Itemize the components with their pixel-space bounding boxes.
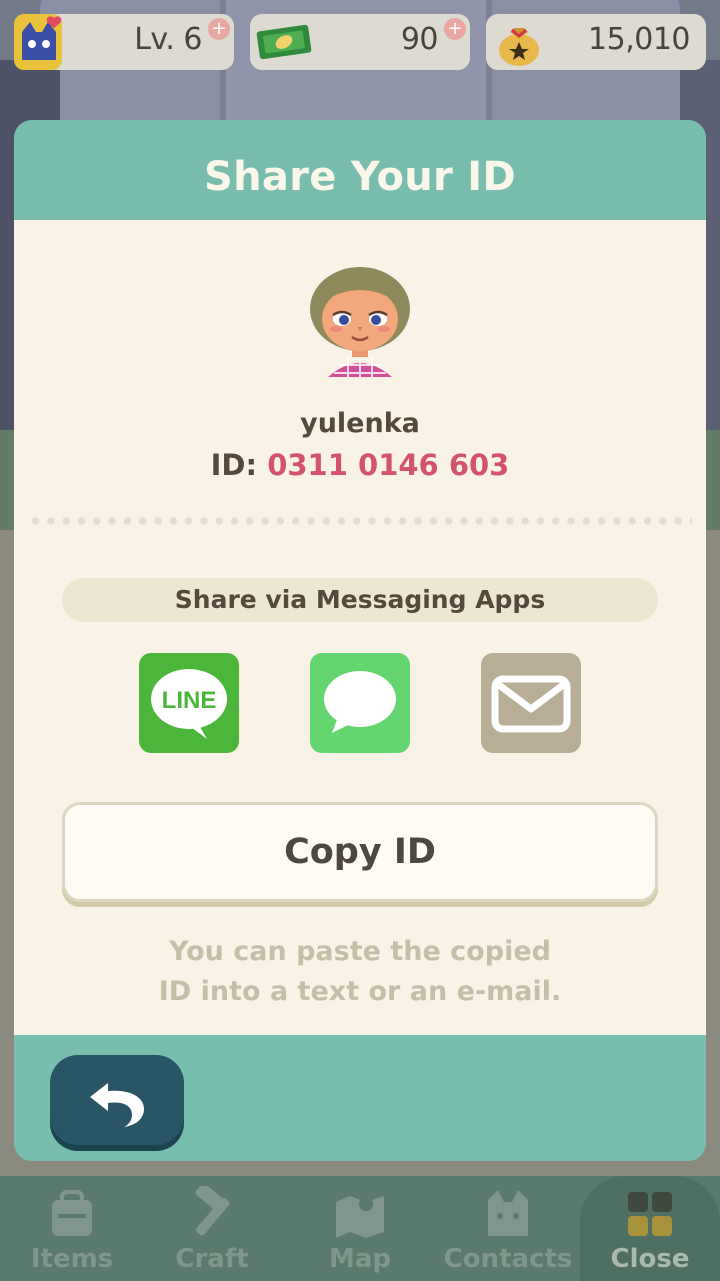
grid-menu-icon (628, 1192, 672, 1236)
leaf-ticket-icon (256, 24, 312, 60)
bells-indicator: 15,010 (486, 14, 706, 70)
envelope-icon (491, 675, 571, 733)
player-username: yulenka (300, 408, 420, 439)
share-section-heading: Share via Messaging Apps (62, 578, 658, 622)
cat-friend-icon (14, 14, 62, 70)
dialog-header: Share Your ID (14, 120, 706, 220)
player-avatar (310, 267, 410, 377)
share-id-dialog: Share Your ID yulenka ID: 0311 0146 603 … (14, 120, 706, 1161)
tickets-value: 90 (400, 22, 439, 57)
share-mail-button[interactable] (481, 653, 581, 753)
bells-value: 15,010 (588, 22, 690, 57)
copy-hint: You can paste the copied ID into a text … (14, 932, 706, 1012)
tab-map-label: Map (328, 1244, 392, 1274)
map-icon (336, 1196, 384, 1238)
level-plus-icon[interactable]: + (208, 18, 230, 40)
line-logo-text: LINE (162, 687, 217, 714)
share-line-button[interactable]: LINE (139, 653, 239, 753)
dotted-divider (28, 516, 692, 526)
share-message-button[interactable] (310, 653, 410, 753)
bottom-tab-bar: Items Craft Map Contacts Close (0, 1176, 720, 1281)
bell-bag-icon (499, 28, 539, 66)
id-label: ID: (210, 448, 258, 482)
tab-close-label: Close (610, 1244, 690, 1274)
dialog-title: Share Your ID (204, 154, 516, 200)
level-value: Lv. 6 (134, 22, 202, 57)
tab-contacts-label: Contacts (443, 1244, 573, 1274)
tab-map[interactable]: Map (288, 1176, 432, 1281)
back-button[interactable] (50, 1055, 184, 1145)
leaf-ticket-indicator[interactable]: 90 + (250, 14, 470, 70)
copy-hint-line-2: ID into a text or an e-mail. (158, 976, 562, 1007)
tab-craft[interactable]: Craft (140, 1176, 284, 1281)
line-app-icon: LINE (151, 669, 227, 739)
tab-items-label: Items (30, 1244, 114, 1274)
backpack-icon (52, 1190, 92, 1236)
back-arrow-icon (90, 1083, 144, 1127)
player-id: ID: 0311 0146 603 (14, 448, 706, 482)
tab-contacts[interactable]: Contacts (436, 1176, 580, 1281)
tab-craft-label: Craft (175, 1244, 249, 1274)
copy-id-button[interactable]: Copy ID (62, 802, 658, 902)
tab-close[interactable]: Close (580, 1176, 720, 1281)
tickets-plus-icon[interactable]: + (444, 18, 466, 40)
level-indicator[interactable]: Lv. 6 + (14, 14, 234, 70)
dialog-body: yulenka ID: 0311 0146 603 Share via Mess… (14, 220, 706, 1035)
cat-face-icon (488, 1190, 528, 1236)
id-value: 0311 0146 603 (267, 448, 510, 482)
hammer-icon (195, 1186, 230, 1236)
tab-items[interactable]: Items (0, 1176, 144, 1281)
copy-hint-line-1: You can paste the copied (169, 936, 551, 967)
speech-bubble-icon (324, 671, 396, 733)
